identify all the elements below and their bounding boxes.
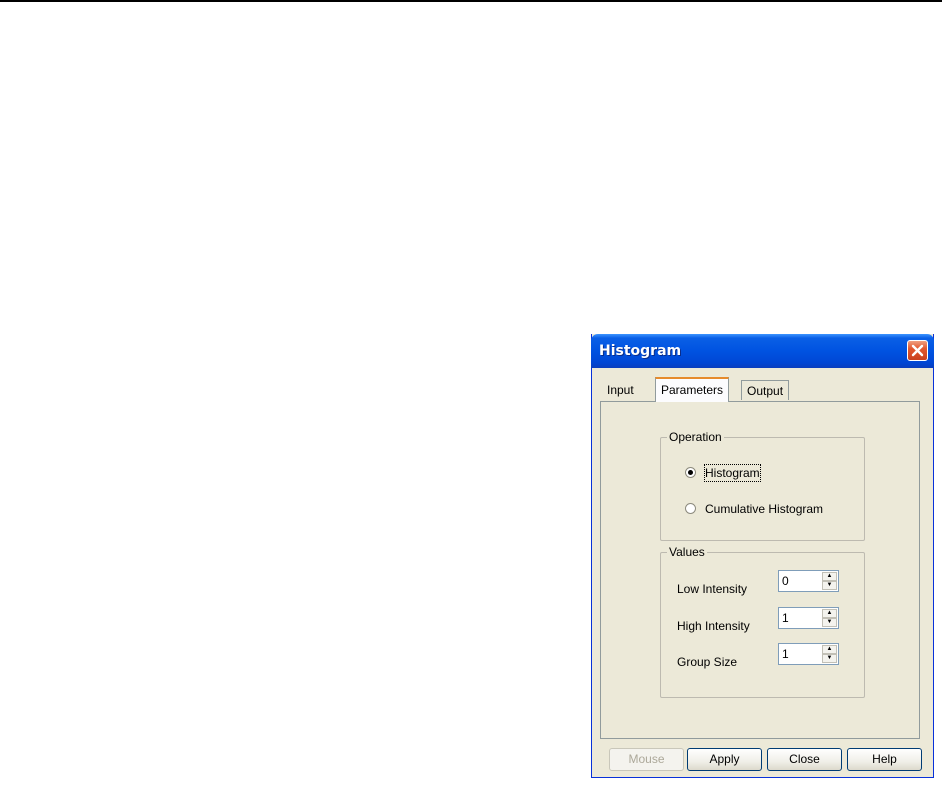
tab-input[interactable]: Input: [602, 380, 639, 400]
close-window-button[interactable]: [907, 340, 928, 361]
top-rule: [0, 0, 942, 2]
title-bar[interactable]: Histogram: [591, 334, 934, 368]
low-intensity-down-arrow-icon[interactable]: ▼: [822, 581, 837, 590]
help-button[interactable]: Help: [847, 748, 922, 771]
group-size-up-arrow-icon[interactable]: ▲: [822, 645, 837, 654]
high-intensity-label: High Intensity: [677, 619, 750, 633]
group-size-label: Group Size: [677, 655, 738, 669]
radio-cumulative-histogram-button[interactable]: [685, 503, 696, 514]
low-intensity-input[interactable]: [780, 572, 824, 590]
apply-button[interactable]: Apply: [687, 748, 762, 771]
radio-cumulative-histogram-label[interactable]: Cumulative Histogram: [705, 501, 823, 517]
high-intensity-spinner[interactable]: ▲ ▼: [778, 607, 839, 629]
group-size-down-arrow-icon[interactable]: ▼: [822, 654, 837, 663]
low-intensity-up-arrow-icon[interactable]: ▲: [822, 572, 837, 581]
histogram-dialog: Histogram Input Parameters Output Operat…: [591, 334, 934, 778]
tab-output[interactable]: Output: [741, 380, 790, 400]
low-intensity-spinner[interactable]: ▲ ▼: [778, 570, 839, 592]
values-group-label: Values: [667, 545, 707, 559]
low-intensity-label: Low Intensity: [677, 582, 748, 596]
radio-histogram-label[interactable]: Histogram: [704, 464, 761, 482]
group-size-spinner[interactable]: ▲ ▼: [778, 643, 839, 665]
radio-histogram-button[interactable]: [685, 467, 696, 478]
close-icon: [911, 344, 924, 357]
close-button[interactable]: Close: [767, 748, 842, 771]
group-size-input[interactable]: [780, 645, 824, 663]
operation-group-label: Operation: [667, 430, 724, 444]
tab-parameters[interactable]: Parameters: [655, 377, 730, 402]
high-intensity-down-arrow-icon[interactable]: ▼: [822, 618, 837, 627]
high-intensity-up-arrow-icon[interactable]: ▲: [822, 609, 837, 618]
window-title: Histogram: [599, 343, 682, 359]
high-intensity-input[interactable]: [780, 609, 824, 627]
values-group: Values Low Intensity ▲ ▼ High Intensity …: [660, 545, 865, 698]
parameters-panel: Operation Histogram Cumulative Histogram…: [600, 401, 920, 739]
operation-group: Operation Histogram Cumulative Histogram: [660, 430, 865, 541]
mouse-button[interactable]: Mouse: [609, 748, 684, 771]
